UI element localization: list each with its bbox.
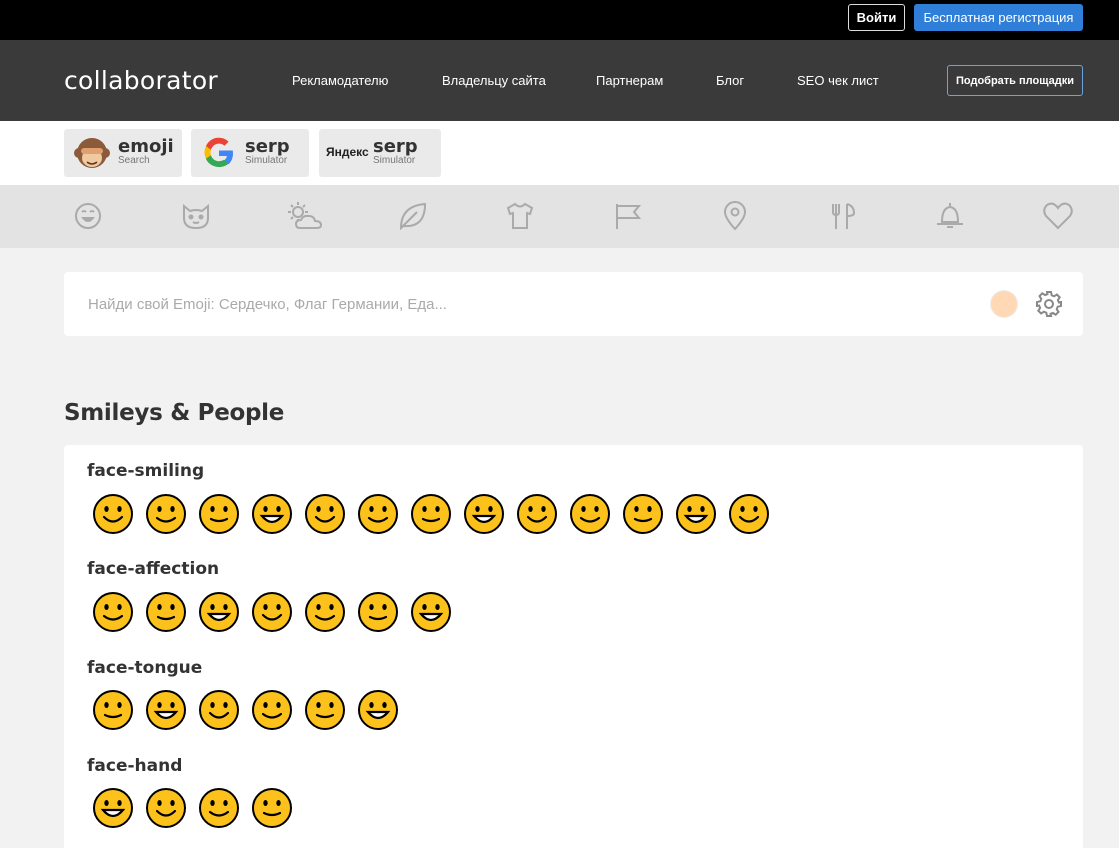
emoji-face-icon[interactable] bbox=[727, 492, 771, 536]
top-bar: Войти Бесплатная регистрация bbox=[0, 0, 1119, 40]
emoji-face-icon[interactable] bbox=[621, 492, 665, 536]
emoji-face-icon[interactable] bbox=[250, 492, 294, 536]
fork-icon[interactable] bbox=[827, 200, 859, 232]
tool-google-serp[interactable]: serp Simulator bbox=[191, 129, 309, 177]
pick-sites-button[interactable]: Подобрать площадки bbox=[947, 65, 1083, 96]
emoji-face-icon[interactable] bbox=[250, 590, 294, 634]
emoji-face-icon[interactable] bbox=[144, 590, 188, 634]
bell-icon[interactable] bbox=[934, 200, 966, 232]
emoji-face-icon[interactable] bbox=[91, 786, 135, 830]
skin-tone-selector[interactable] bbox=[990, 290, 1018, 318]
emoji-face-icon[interactable] bbox=[91, 590, 135, 634]
search-box bbox=[64, 272, 1083, 336]
tool-emoji-search[interactable]: emoji Search bbox=[64, 129, 182, 177]
emoji-row-face-smiling bbox=[91, 492, 780, 536]
login-button[interactable]: Войти bbox=[848, 4, 905, 31]
google-icon bbox=[204, 137, 233, 168]
emoji-face-icon[interactable] bbox=[303, 688, 347, 732]
tool-sub: Simulator bbox=[373, 155, 416, 166]
main-nav: collaborator Рекламодателю Владельцу сай… bbox=[0, 40, 1119, 121]
tool-name: serp bbox=[245, 136, 290, 157]
tool-name: emoji bbox=[118, 136, 174, 157]
weather-icon[interactable] bbox=[286, 200, 324, 232]
category-bar bbox=[0, 185, 1119, 248]
emoji-face-icon[interactable] bbox=[674, 492, 718, 536]
cat-icon[interactable] bbox=[180, 200, 212, 232]
logo[interactable]: collaborator bbox=[64, 66, 218, 95]
emoji-face-icon[interactable] bbox=[144, 492, 188, 536]
emoji-face-icon[interactable] bbox=[409, 492, 453, 536]
emoji-face-icon[interactable] bbox=[303, 492, 347, 536]
emoji-face-icon[interactable] bbox=[250, 688, 294, 732]
tools-strip: emoji Search serp Simulator Яндекс serp … bbox=[0, 121, 1119, 185]
location-pin-icon[interactable] bbox=[719, 200, 751, 232]
emoji-face-icon[interactable] bbox=[250, 786, 294, 830]
section-title: Smileys & People bbox=[64, 400, 285, 426]
group-title-face-hand: face-hand bbox=[87, 756, 183, 776]
monkey-icon bbox=[74, 138, 110, 168]
emoji-face-icon[interactable] bbox=[356, 492, 400, 536]
emoji-face-icon[interactable] bbox=[356, 590, 400, 634]
tool-name: serp bbox=[373, 136, 418, 157]
nav-site-owners[interactable]: Владельцу сайта bbox=[442, 73, 546, 88]
heart-icon[interactable] bbox=[1042, 200, 1074, 232]
emoji-face-icon[interactable] bbox=[144, 688, 188, 732]
emoji-face-icon[interactable] bbox=[568, 492, 612, 536]
nav-partners[interactable]: Партнерам bbox=[596, 73, 663, 88]
emoji-face-icon[interactable] bbox=[303, 590, 347, 634]
emoji-face-icon[interactable] bbox=[356, 688, 400, 732]
search-input[interactable] bbox=[88, 290, 968, 318]
yandex-logo: Яндекс bbox=[326, 145, 369, 159]
emoji-face-icon[interactable] bbox=[462, 492, 506, 536]
emoji-row-face-tongue bbox=[91, 688, 409, 732]
flag-icon[interactable] bbox=[612, 200, 644, 232]
nav-blog[interactable]: Блог bbox=[716, 73, 744, 88]
emoji-face-icon[interactable] bbox=[197, 786, 241, 830]
emoji-row-face-hand bbox=[91, 786, 303, 830]
emoji-face-icon[interactable] bbox=[144, 786, 188, 830]
emoji-face-icon[interactable] bbox=[91, 492, 135, 536]
emoji-face-icon[interactable] bbox=[197, 590, 241, 634]
emoji-row-face-affection bbox=[91, 590, 462, 634]
tool-sub: Simulator bbox=[245, 155, 288, 166]
tool-sub: Search bbox=[118, 155, 150, 166]
tool-yandex-serp[interactable]: Яндекс serp Simulator bbox=[319, 129, 441, 177]
emoji-face-icon[interactable] bbox=[197, 688, 241, 732]
gear-icon[interactable] bbox=[1034, 289, 1064, 319]
emoji-face-icon[interactable] bbox=[91, 688, 135, 732]
emoji-face-icon[interactable] bbox=[409, 590, 453, 634]
group-title-face-smiling: face-smiling bbox=[87, 461, 205, 481]
smiley-icon[interactable] bbox=[72, 200, 104, 232]
nav-advertisers[interactable]: Рекламодателю bbox=[292, 73, 388, 88]
register-button[interactable]: Бесплатная регистрация bbox=[914, 4, 1083, 31]
group-title-face-affection: face-affection bbox=[87, 559, 220, 579]
group-title-face-tongue: face-tongue bbox=[87, 658, 203, 678]
tshirt-icon[interactable] bbox=[504, 200, 536, 232]
emoji-panel: face-smiling face-affection face-tongue … bbox=[64, 445, 1083, 848]
emoji-face-icon[interactable] bbox=[515, 492, 559, 536]
nav-seo-checklist[interactable]: SEO чек лист bbox=[797, 73, 879, 88]
leaf-icon[interactable] bbox=[397, 200, 429, 232]
emoji-face-icon[interactable] bbox=[197, 492, 241, 536]
